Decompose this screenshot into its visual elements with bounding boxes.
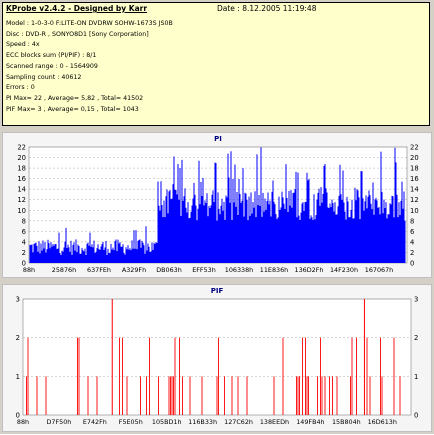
y-tick-left: 8 (22, 217, 26, 225)
x-tick-label: 149FB4h (296, 418, 324, 426)
x-tick-label: 88h (17, 418, 29, 426)
x-tick-label: D7F50h (46, 418, 71, 426)
info-pif-summary: PIF Max= 3 , Average= 0,15 , Total= 1043 (6, 105, 139, 113)
x-tick-label: 127C62h (224, 418, 253, 426)
chart-title: PI (214, 135, 222, 143)
info-speed: Speed : 4x (6, 41, 40, 49)
y-tick-left: 10 (17, 207, 26, 215)
info-disc: Disc : DVD-R , SONYO8D1 [Sony Corporatio… (6, 30, 149, 38)
info-lines: Model : 1-0-3-0 F:LITE-ON DVDRW SOHW-167… (6, 19, 173, 115)
info-ecc: ECC blocks sum (PI/PIF) : 8/1 (6, 52, 97, 60)
x-tick-label: 25876h (52, 266, 76, 274)
y-tick-left: 3 (16, 296, 20, 304)
y-tick-left: 6 (22, 228, 26, 236)
chart-title: PIF (211, 287, 224, 295)
y-tick-left: 16 (17, 175, 26, 183)
y-tick-right: 12 (410, 196, 419, 204)
pif-chart-panel: PIF 0 0 1 1 2 2 3 3 88h D7F50h E742Fh F5E05h 105BD1h 1… (2, 284, 432, 432)
x-tick-label: 105BD1h (152, 418, 182, 426)
y-tick-right: 6 (410, 228, 414, 236)
y-tick-right: 14 (410, 186, 419, 194)
y-tick-left: 2 (22, 249, 26, 257)
x-tick-label: E742Fh (83, 418, 107, 426)
y-tick-right: 2 (414, 334, 418, 342)
scan-date: Date : 8.12.2005 11:19:48 (217, 4, 317, 13)
y-tick-left: 1 (16, 373, 20, 381)
x-tick-label: 11E836h (260, 266, 288, 274)
info-errors: Errors : 0 (6, 84, 35, 92)
y-tick-left: 14 (17, 186, 26, 194)
x-tick-label: F5E05h (119, 418, 143, 426)
y-tick-left: 12 (17, 196, 26, 204)
x-tick-label: DB063h (156, 266, 182, 274)
info-sampling: Sampling count : 40612 (6, 73, 82, 81)
x-tick-label: A329Fh (122, 266, 146, 274)
y-tick-right: 20 (410, 154, 419, 162)
x-tick-label: 14F230h (330, 266, 358, 274)
x-tick-label: 15B804h (332, 418, 361, 426)
info-model: Model : 1-0-3-0 F:LITE-ON DVDRW SOHW-167… (6, 20, 173, 27)
y-tick-left: 20 (17, 154, 26, 162)
y-tick-right: 0 (414, 412, 418, 420)
x-tick-label: 136D2Fh (295, 266, 324, 274)
info-header: KProbe v2.4.2 - Designed by Karr Date : … (3, 3, 429, 17)
x-tick-label: EFF53h (192, 266, 216, 274)
y-tick-right: 16 (410, 175, 419, 183)
y-tick-right: 0 (410, 260, 414, 268)
kprobe-window: KProbe v2.4.2 - Designed by Karr Date : … (0, 0, 434, 434)
x-tick-label: 88h (23, 266, 35, 274)
info-range: Scanned range : 0 - 1564909 (6, 62, 98, 70)
x-tick-label: 637FEh (87, 266, 111, 274)
pif-chart: PIF0 01 12 23 388h D7F50h E742Fh F5E05h 105BD1h 1… (16, 287, 419, 426)
y-tick-right: 3 (414, 296, 418, 304)
y-tick-left: 2 (16, 334, 20, 342)
pi-chart-panel: PI 0 0 2 2 4 4 6 6 8 8 10 10 12 12 14 14 16 16 18 18 20 20 22 22… (2, 132, 432, 278)
y-tick-right: 10 (410, 207, 419, 215)
info-panel: KProbe v2.4.2 - Designed by Karr Date : … (2, 2, 430, 126)
y-tick-left: 4 (22, 238, 26, 246)
y-tick-right: 2 (410, 249, 414, 257)
x-tick-label: 116B33h (188, 418, 217, 426)
x-tick-label: 138EEDh (260, 418, 289, 426)
y-tick-left: 22 (17, 144, 26, 152)
y-tick-right: 8 (410, 217, 414, 225)
app-title: KProbe v2.4.2 - Designed by Karr (6, 4, 148, 13)
y-tick-right: 18 (410, 165, 419, 173)
y-tick-right: 1 (414, 373, 418, 381)
x-tick-label: 16D613h (368, 418, 397, 426)
y-tick-right: 4 (410, 238, 414, 246)
x-tick-label: 106338h (225, 266, 253, 274)
pi-chart: PI0 02 24 46 68 810 1012 1214 1416 1618 1820 2022 22… (17, 135, 419, 274)
y-tick-left: 18 (17, 165, 26, 173)
y-tick-right: 22 (410, 144, 419, 152)
info-pi-summary: PI Max= 22 , Average= 5,82 , Total= 4150… (6, 94, 144, 102)
x-tick-label: 167067h (365, 266, 393, 274)
